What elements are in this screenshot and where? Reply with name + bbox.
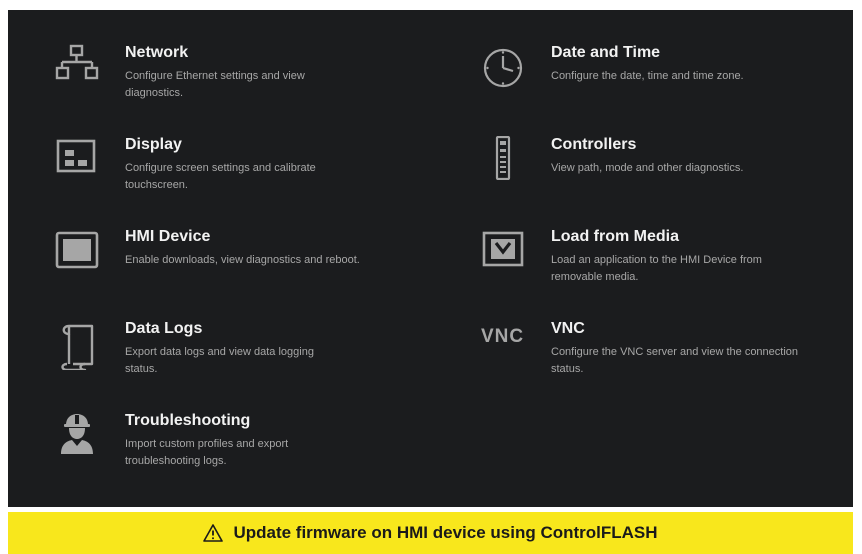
tile-date-time-description: Configure the date, time and time zone.	[551, 70, 744, 82]
tile-troubleshooting-title: Troubleshooting	[125, 412, 251, 429]
tile-display-title: Display	[125, 136, 182, 153]
clock-icon	[483, 48, 523, 88]
tile-data-logs-description: Export data logs and view data logging s…	[125, 346, 314, 375]
hmi-device-icon	[55, 231, 99, 269]
vnc-icon: VNC	[481, 326, 525, 347]
tile-troubleshooting[interactable]: Troubleshooting Import custom profiles a…	[55, 412, 385, 478]
tile-network-description: Configure Ethernet settings and view dia…	[125, 70, 305, 99]
tile-display-description: Configure screen settings and calibrate …	[125, 162, 316, 191]
tile-controllers-title: Controllers	[551, 136, 637, 153]
tile-controllers-description: View path, mode and other diagnostics.	[551, 162, 744, 174]
tile-controllers[interactable]: Controllers View path, mode and other di…	[481, 136, 811, 202]
tile-vnc[interactable]: VNC VNC Configure the VNC server and vie…	[481, 320, 811, 386]
tile-network[interactable]: Network Configure Ethernet settings and …	[55, 44, 385, 110]
tile-troubleshooting-description: Import custom profiles and export troubl…	[125, 438, 289, 467]
settings-panel: Network Configure Ethernet settings and …	[8, 10, 853, 507]
download-icon	[482, 231, 524, 267]
tile-load-from-media-description: Load an application to the HMI Device fr…	[551, 254, 762, 283]
tile-data-logs-title: Data Logs	[125, 320, 203, 337]
tile-load-from-media-title: Load from Media	[551, 228, 680, 245]
firmware-update-text: Update firmware on HMI device using Cont…	[233, 523, 658, 542]
tile-hmi-device-description: Enable downloads, view diagnostics and r…	[125, 254, 360, 266]
technician-icon	[61, 414, 93, 454]
tile-vnc-title: VNC	[551, 320, 585, 337]
tile-vnc-description: Configure the VNC server and view the co…	[551, 346, 799, 375]
tile-date-time[interactable]: Date and Time Configure the date, time a…	[481, 44, 811, 110]
tile-display[interactable]: Display Configure screen settings and ca…	[55, 136, 385, 202]
tile-hmi-device[interactable]: HMI Device Enable downloads, view diagno…	[55, 228, 385, 294]
tile-hmi-device-title: HMI Device	[125, 228, 211, 245]
controller-icon	[495, 136, 511, 180]
tile-load-from-media[interactable]: Load from Media Load an application to t…	[481, 228, 811, 294]
display-icon	[56, 139, 96, 173]
network-icon	[55, 44, 99, 80]
firmware-update-banner[interactable]: Update firmware on HMI device using Cont…	[8, 512, 853, 554]
tile-data-logs[interactable]: Data Logs Export data logs and view data…	[55, 320, 385, 386]
scroll-icon	[61, 324, 94, 370]
warning-icon	[203, 524, 224, 542]
tile-network-title: Network	[125, 44, 189, 61]
tile-date-time-title: Date and Time	[551, 44, 661, 61]
